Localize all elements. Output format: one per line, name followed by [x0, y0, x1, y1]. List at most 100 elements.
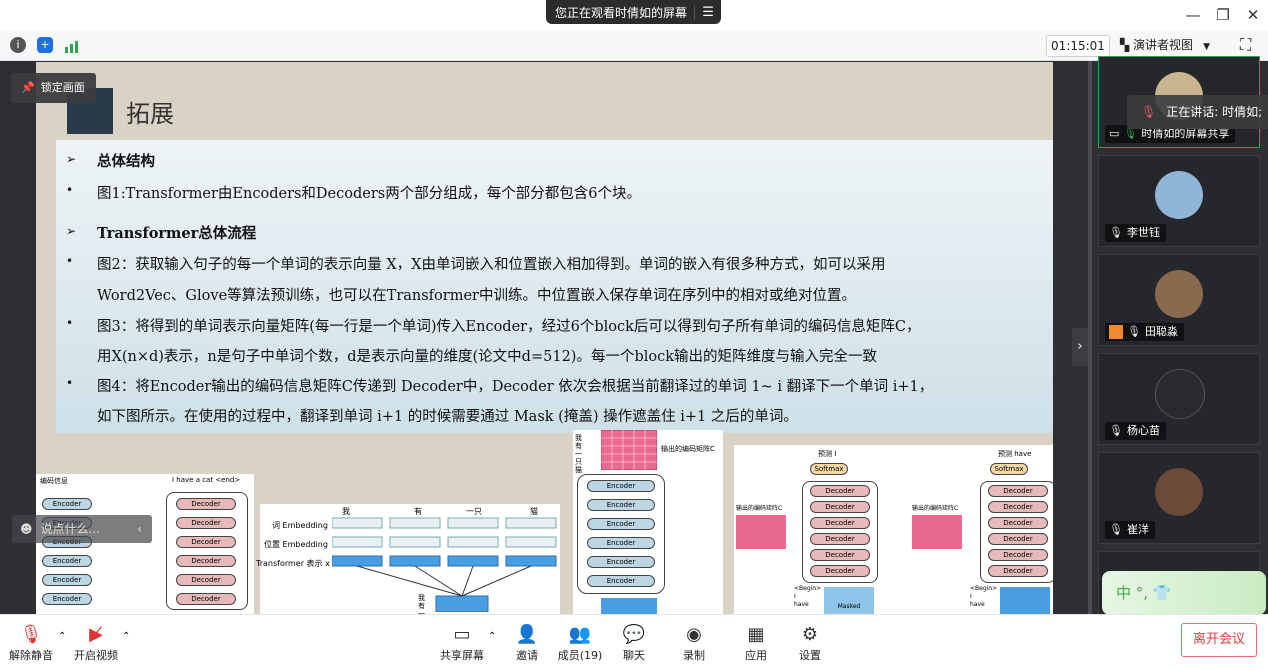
menu-icon[interactable]: ☰ [694, 4, 721, 20]
screen-share-banner[interactable]: 您正在观看时倩如的屏幕 ☰ [546, 0, 721, 24]
encoder-block: Encoder [587, 480, 655, 492]
bullet-text: 图3：将得到的单词表示向量矩阵(每一行是一个单词)传入Encoder，经过6个b… [97, 319, 921, 335]
participant-tile[interactable]: 🎙 李世钰 [1098, 155, 1260, 247]
meeting-control-bar: 🎙 解除静音 ⌃ ▶̸ 开启视频 ⌃ ▭ 共享屏幕 ⌃ 👤 邀请 👥 成员(19) 💬 聊天… [0, 614, 1268, 670]
participant-name-tag: 🎙 田聪淼 [1105, 323, 1184, 341]
chevron-up-icon[interactable]: ⌃ [58, 631, 66, 642]
encoder-block: Encoder [587, 499, 655, 511]
presentation-slide: 拓展 ➢ 总体结构 • 图1:Transformer由Encoders和Deco… [36, 62, 1053, 614]
video-off-icon: ▶̸ [89, 624, 103, 645]
encoder-block: Encoder [587, 537, 655, 549]
section-heading: Transformer总体流程 [97, 225, 257, 242]
close-icon[interactable]: ✕ [1241, 4, 1265, 26]
decoder-block: Decoder [176, 536, 236, 548]
decoder-block: Decoder [988, 517, 1048, 529]
mic-off-icon: 🎙 [1127, 325, 1141, 338]
view-mode-label: 演讲者视图 [1133, 38, 1194, 52]
minimize-icon[interactable]: — [1181, 4, 1205, 26]
mic-off-icon: 🎙 [1109, 226, 1123, 239]
record-button[interactable]: ◉ 录制 [669, 623, 719, 663]
bullet-text: 如下图所示。在使用的过程中，翻译到单词 i+1 的时候需要通过 Mask (掩盖… [97, 409, 798, 425]
decoder-block: Decoder [176, 574, 236, 586]
figure-encoder-decoder: 编码信息 I have a cat <end> Encoder Encoder … [36, 474, 254, 614]
bullet-text: 用X(n×d)表示，n是句子中单词个数，d是表示向量的维度(论文中d=512)。… [97, 349, 878, 365]
speaking-indicator: 🎙 正在讲话: 时倩如; [1127, 95, 1268, 129]
participant-tile[interactable]: 🎙 田聪淼 [1098, 254, 1260, 346]
bullet-text: 图1:Transformer由Encoders和Decoders两个部分组成，每… [97, 186, 641, 202]
decoder-block: Decoder [810, 533, 870, 545]
unmute-button[interactable]: 🎙 解除静音 [6, 623, 56, 663]
chat-icon: 💬 [622, 624, 646, 645]
encoder-block: Encoder [587, 575, 655, 587]
input-tokens: <Begin> I have [794, 585, 822, 608]
share-screen-button[interactable]: ▭ 共享屏幕 [437, 623, 487, 663]
decoder-block: Decoder [810, 565, 870, 577]
encoder-block: Encoder [42, 498, 92, 510]
chevron-left-icon[interactable]: ‹ [137, 515, 142, 543]
members-icon: 👥 [568, 624, 592, 645]
button-label: 成员(19) [557, 649, 603, 662]
members-button[interactable]: 👥 成员(19) [555, 623, 605, 663]
decoder-block: Decoder [810, 549, 870, 561]
figure-decoder-mask: 预测 I 预测 have Softmax Softmax Decoder Dec… [734, 445, 1053, 614]
encoder-block: Encoder [42, 574, 92, 586]
mic-off-icon: 🎙 [19, 624, 43, 645]
button-label: 开启视频 [74, 649, 118, 662]
start-video-button[interactable]: ▶̸ 开启视频 [71, 623, 121, 663]
decoder-block: Decoder [176, 555, 236, 567]
chevron-up-icon[interactable]: ⌃ [122, 631, 130, 642]
word-label: 我有一只猫 [575, 434, 582, 474]
record-icon: ◉ [686, 624, 702, 645]
view-mode-dropdown[interactable]: ▚ 演讲者视图 ▼ [1120, 35, 1230, 55]
toolbar: i + 01:15:01 ▚ 演讲者视图 ▼ ⛶ [0, 30, 1268, 61]
signal-strength-icon[interactable] [64, 38, 82, 53]
lock-screen-button[interactable]: 📌 锁定画面 [11, 73, 96, 103]
apps-button[interactable]: ▦ 应用 [731, 623, 781, 663]
masked-matrix: Masked [824, 587, 874, 614]
chat-placeholder: 说点什么... [40, 522, 100, 536]
chevron-up-icon[interactable]: ⌃ [488, 631, 496, 642]
info-icon[interactable]: i [10, 37, 26, 53]
decoder-block: Decoder [176, 517, 236, 529]
security-shield-icon[interactable]: + [37, 37, 53, 53]
prediction-label: 预测 have [998, 450, 1032, 458]
screen-share-icon: ▭ [1109, 127, 1120, 140]
matrix-label: 输出的编码矩阵C [661, 445, 715, 453]
avatar [1155, 171, 1203, 219]
ime-widget[interactable]: 中 °, 👕 [1102, 571, 1266, 615]
encoder-block: Encoder [42, 593, 92, 605]
restore-icon[interactable]: ❐ [1211, 4, 1235, 26]
participant-name-tag: 🎙 杨心苗 [1105, 422, 1166, 440]
decoder-block: Decoder [810, 501, 870, 513]
leave-meeting-button[interactable]: 离开会议 [1181, 623, 1257, 657]
row-label: 位置 Embedding [264, 540, 328, 549]
emoji-icon[interactable]: ☻ [20, 522, 33, 536]
button-label: 应用 [745, 649, 767, 662]
invite-button[interactable]: 👤 邀请 [502, 623, 552, 663]
participant-tile[interactable]: 🎙 杨心苗 [1098, 353, 1260, 445]
participant-name: 田聪淼 [1144, 325, 1178, 338]
participant-tile[interactable]: 🎙 崔洋 [1098, 452, 1260, 544]
arrow-bullet-icon: ➢ [66, 152, 77, 166]
panel-divider[interactable] [1088, 61, 1092, 614]
button-label: 共享屏幕 [440, 649, 484, 662]
participant-name-tag: 🎙 李世钰 [1105, 224, 1166, 242]
mic-off-icon: 🎙 [1109, 523, 1123, 536]
masked-matrix [1000, 587, 1050, 614]
chat-input-overlay[interactable]: ☻ 说点什么... ‹ [12, 515, 152, 543]
chat-button[interactable]: 💬 聊天 [609, 623, 659, 663]
participant-name: 崔洋 [1126, 523, 1149, 536]
button-label: 邀请 [516, 649, 538, 662]
bullet-text: Word2Vec、Glove等算法预训练，也可以在Transformer中训练。… [97, 288, 856, 304]
avatar [1155, 369, 1205, 419]
embedding-grid [332, 517, 557, 612]
fullscreen-icon[interactable]: ⛶ [1240, 35, 1251, 55]
decoder-block: Decoder [176, 498, 236, 510]
settings-button[interactable]: ⚙ 设置 [785, 623, 835, 663]
bullet-text: 图2：获取输入句子的每一个单词的表示向量 X，X由单词嵌入和位置嵌入相加得到。单… [97, 257, 886, 273]
collapse-panel-button[interactable]: › [1072, 328, 1088, 366]
participant-name: 杨心苗 [1126, 424, 1160, 437]
add-user-icon: 👤 [515, 624, 539, 645]
section-heading: 总体结构 [97, 153, 155, 170]
lock-screen-label: 锁定画面 [40, 81, 85, 94]
